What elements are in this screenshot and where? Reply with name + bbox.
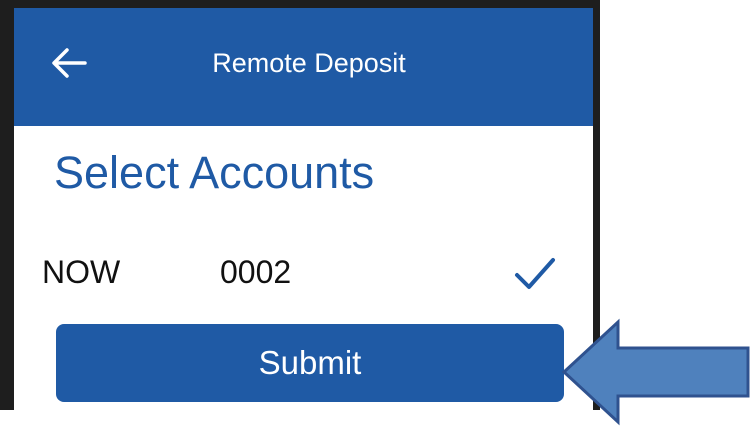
header-bar: Remote Deposit [14,8,593,126]
account-row[interactable]: NOW 0002 [14,244,593,304]
app-screen: Remote Deposit Select Accounts NOW 0002 … [14,8,593,410]
account-type: NOW [42,254,121,290]
page-title: Remote Deposit [212,48,406,78]
device-frame-top [0,0,600,8]
device-frame-left [0,0,14,410]
submit-button[interactable]: Submit [56,324,564,402]
checkmark-icon [515,258,555,289]
account-number: 0002 [220,254,292,290]
callout-arrow-left-icon [561,318,750,426]
section-title: Select Accounts [54,147,375,198]
